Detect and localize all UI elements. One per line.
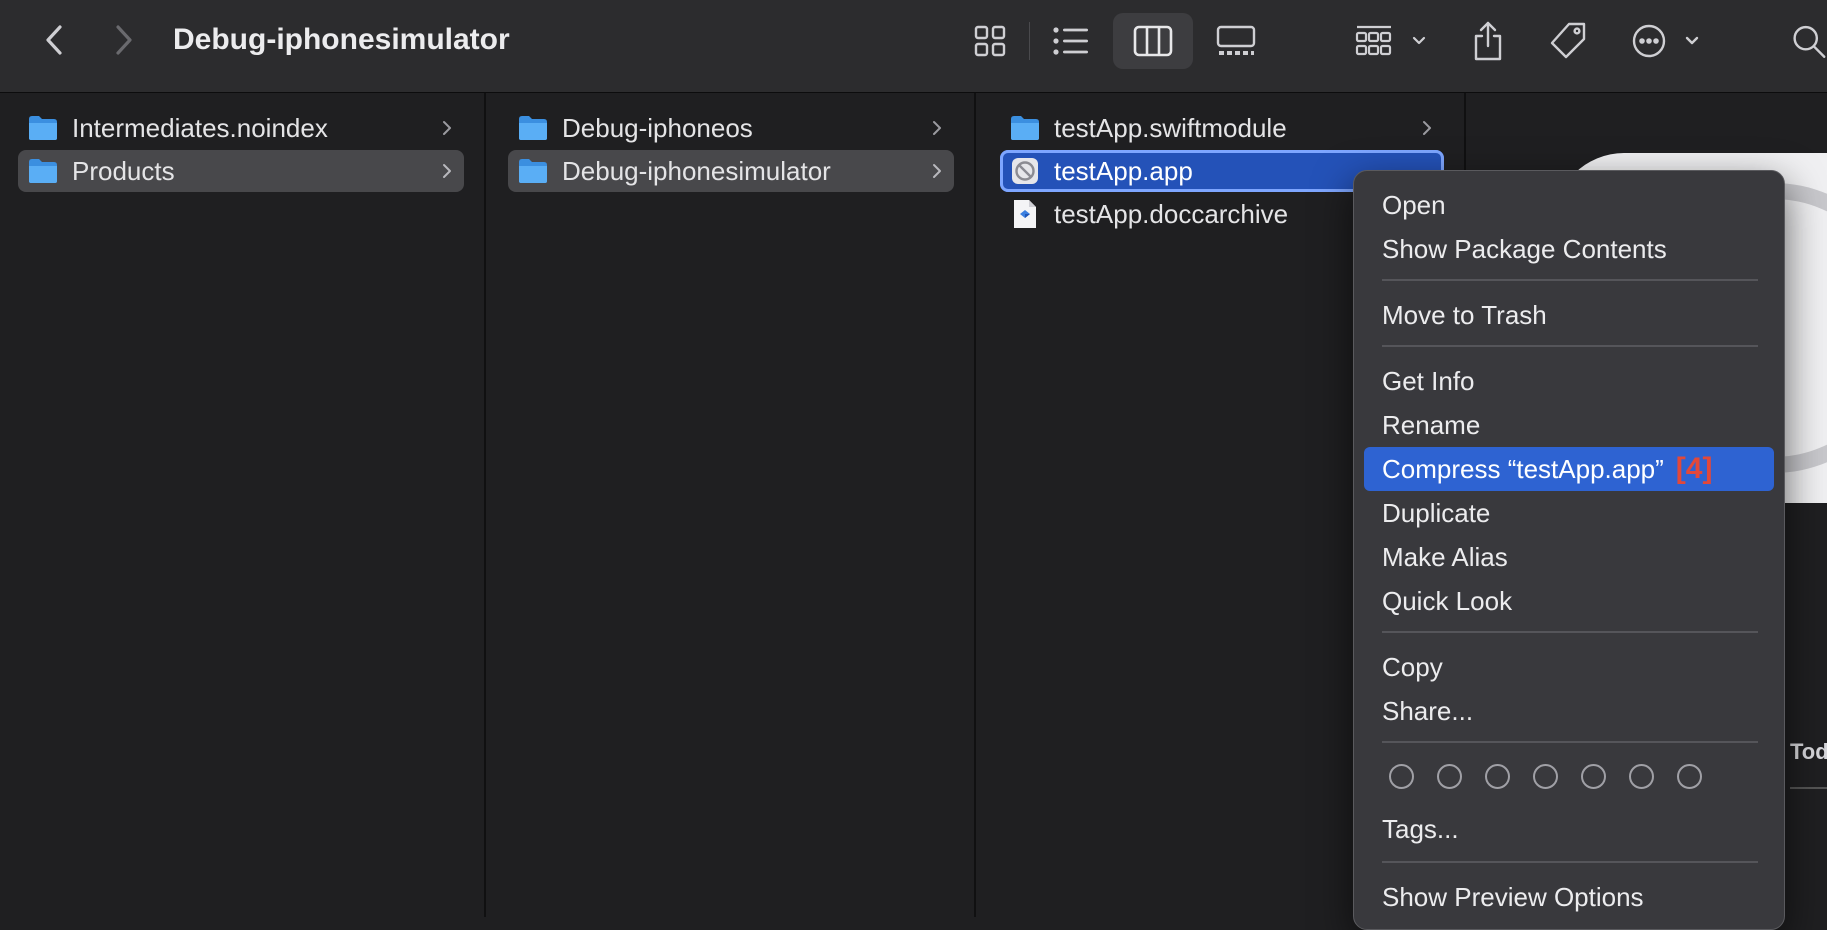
chevron-right-icon [930,162,944,180]
menu-item-label: Compress “testApp.app” [1382,454,1664,484]
folder-icon [1010,115,1040,141]
menu-item-show-package-contents[interactable]: Show Package Contents [1364,227,1774,271]
item-label: Debug-iphonesimulator [562,156,831,186]
menu-item-copy[interactable]: Copy [1364,645,1774,689]
menu-item-show-preview-options[interactable]: Show Preview Options [1364,875,1774,919]
menu-item-share[interactable]: Share... [1364,689,1774,733]
list-item[interactable]: Intermediates.noindex [18,107,464,149]
column-view-icon[interactable] [1113,13,1193,69]
share-icon[interactable] [1465,14,1511,68]
tag-color-circle[interactable] [1581,764,1606,789]
menu-item-open[interactable]: Open [1364,183,1774,227]
tag-color-circle[interactable] [1389,764,1414,789]
menu-separator [1382,279,1758,281]
menu-item-make-alias[interactable]: Make Alias [1364,535,1774,579]
tag-color-circle[interactable] [1533,764,1558,789]
chevron-right-icon [440,119,454,137]
menu-item-duplicate[interactable]: Duplicate [1364,491,1774,535]
menu-separator [1382,741,1758,743]
back-chevron-icon[interactable] [34,20,74,60]
menu-item-move-to-trash[interactable]: Move to Trash [1364,293,1774,337]
column-1: Intermediates.noindex Products [0,93,484,917]
column-2: Debug-iphoneos Debug-iphonesimulator [486,93,974,917]
tag-icon[interactable] [1543,16,1593,66]
menu-separator [1382,861,1758,863]
document-icon [1013,199,1037,229]
chevron-right-icon [440,162,454,180]
menu-item-get-info[interactable]: Get Info [1364,359,1774,403]
folder-icon [518,115,548,141]
forward-chevron-icon[interactable] [104,20,144,60]
item-label: testApp.app [1054,156,1193,186]
list-view-icon[interactable] [1046,18,1096,64]
gallery-view-icon[interactable] [1212,18,1260,64]
menu-item-tags[interactable]: Tags... [1364,807,1774,851]
list-item[interactable]: testApp.swiftmodule [1000,107,1444,149]
item-label: testApp.doccarchive [1054,199,1289,229]
item-label: testApp.swiftmodule [1054,113,1287,143]
menu-item-rename[interactable]: Rename [1364,403,1774,447]
tag-color-circle[interactable] [1437,764,1462,789]
tag-color-circle[interactable] [1629,764,1654,789]
menu-separator [1382,631,1758,633]
folder-icon [28,115,58,141]
item-label: Debug-iphoneos [562,113,753,143]
tag-color-circle[interactable] [1677,764,1702,789]
folder-icon [518,158,548,184]
app-icon [1011,157,1039,185]
group-icon[interactable] [1352,18,1428,64]
folder-icon [28,158,58,184]
item-label: Intermediates.noindex [72,113,328,143]
preview-date-label: Tod [1790,739,1827,764]
list-item[interactable]: Products [18,150,464,192]
icon-view-icon[interactable] [966,18,1014,64]
menu-item-compress[interactable]: Compress “testApp.app” [4] [1364,447,1774,491]
annotation-badge: [4] [1675,452,1713,485]
search-icon[interactable] [1790,18,1827,64]
toolbar-divider [1029,22,1030,60]
tag-color-circle[interactable] [1485,764,1510,789]
preview-divider [1790,787,1827,789]
context-menu: Open Show Package Contents Move to Trash… [1353,170,1785,930]
chevron-right-icon [1420,119,1434,137]
toolbar: Debug-iphonesimulator [0,0,1827,93]
window-title: Debug-iphonesimulator [173,23,510,56]
list-item[interactable]: Debug-iphoneos [508,107,954,149]
more-actions-icon[interactable] [1630,18,1704,64]
list-item[interactable]: Debug-iphonesimulator [508,150,954,192]
item-label: Products [72,156,175,186]
menu-separator [1382,345,1758,347]
chevron-right-icon [930,119,944,137]
menu-item-quick-look[interactable]: Quick Look [1364,579,1774,623]
